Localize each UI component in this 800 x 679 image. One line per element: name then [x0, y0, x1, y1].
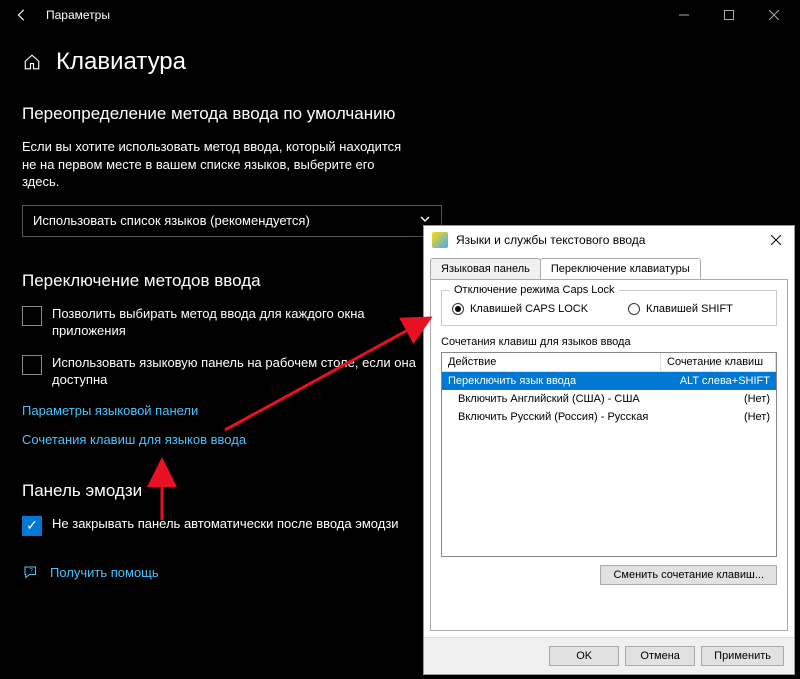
text-services-dialog: Языки и службы текстового ввода Языковая… [423, 225, 795, 675]
radio-caps-lock[interactable]: Клавишей CAPS LOCK [452, 303, 588, 315]
list-row-combo: (Нет) [661, 390, 776, 408]
list-row-action: Включить Английский (США) - США [442, 390, 661, 408]
home-icon[interactable] [22, 52, 42, 72]
capslock-legend: Отключение режима Caps Lock [450, 284, 619, 296]
ok-button[interactable]: OK [549, 646, 619, 666]
titlebar: Параметры [0, 0, 800, 30]
list-row[interactable]: Включить Русский (Россия) - Русская(Нет) [442, 408, 776, 426]
emoji-panel-checkbox[interactable]: Не закрывать панель автоматически после … [22, 515, 422, 536]
radio-label: Клавишей CAPS LOCK [470, 303, 588, 315]
list-row-combo: (Нет) [661, 408, 776, 426]
hotkey-heading: Сочетания клавиш для языков ввода [441, 336, 777, 348]
list-row-action: Переключить язык ввода [442, 372, 661, 390]
dialog-icon [432, 232, 448, 248]
dialog-tab-panel: Отключение режима Caps Lock Клавишей CAP… [430, 279, 788, 631]
cancel-button[interactable]: Отмена [625, 646, 695, 666]
checkbox-icon [22, 355, 42, 375]
list-row-action: Включить Русский (Россия) - Русская [442, 408, 661, 426]
checkbox-label: Позволить выбирать метод ввода для каждо… [52, 305, 422, 340]
close-button[interactable] [751, 0, 796, 30]
back-button[interactable] [4, 0, 40, 30]
capslock-fieldset: Отключение режима Caps Lock Клавишей CAP… [441, 290, 777, 326]
checkbox-icon [22, 306, 42, 326]
maximize-button[interactable] [706, 0, 751, 30]
svg-text:?: ? [30, 568, 34, 574]
minimize-button[interactable] [661, 0, 706, 30]
apply-button[interactable]: Применить [701, 646, 784, 666]
list-row[interactable]: Включить Английский (США) - США(Нет) [442, 390, 776, 408]
radio-shift[interactable]: Клавишей SHIFT [628, 303, 733, 315]
section-override-title: Переопределение метода ввода по умолчани… [22, 104, 778, 124]
tab-language-bar[interactable]: Языковая панель [430, 258, 541, 279]
page-heading-row: Клавиатура [22, 48, 778, 76]
hotkey-listbox[interactable]: Действие Сочетание клавиш Переключить яз… [441, 352, 777, 557]
checkbox-label: Не закрывать панель автоматически после … [52, 515, 399, 533]
page-title: Клавиатура [56, 48, 186, 76]
help-icon: ? [22, 564, 40, 582]
change-hotkey-button[interactable]: Сменить сочетание клавиш... [600, 565, 777, 585]
tab-keyboard-switch[interactable]: Переключение клавиатуры [540, 258, 701, 279]
col-action-header: Действие [442, 353, 661, 371]
dialog-footer: OK Отмена Применить [424, 637, 794, 674]
list-row-combo: ALT слева+SHIFT [661, 372, 776, 390]
radio-icon [628, 303, 640, 315]
per-window-input-checkbox[interactable]: Позволить выбирать метод ввода для каждо… [22, 305, 422, 340]
dialog-tabs: Языковая панель Переключение клавиатуры [424, 254, 794, 279]
dropdown-value: Использовать список языков (рекомендуетс… [33, 213, 310, 228]
col-combo-header: Сочетание клавиш [661, 353, 776, 371]
radio-label: Клавишей SHIFT [646, 303, 733, 315]
radio-icon [452, 303, 464, 315]
get-help-label: Получить помощь [50, 565, 159, 580]
section-override-desc: Если вы хотите использовать метод ввода,… [22, 138, 402, 191]
dialog-titlebar: Языки и службы текстового ввода [424, 226, 794, 254]
desktop-language-bar-checkbox[interactable]: Использовать языковую панель на рабочем … [22, 354, 422, 389]
checkbox-icon [22, 516, 42, 536]
dialog-title: Языки и службы текстового ввода [456, 233, 766, 247]
checkbox-label: Использовать языковую панель на рабочем … [52, 354, 422, 389]
default-input-method-dropdown[interactable]: Использовать список языков (рекомендуетс… [22, 205, 442, 237]
listbox-header: Действие Сочетание клавиш [442, 353, 776, 372]
dialog-close-button[interactable] [766, 230, 786, 250]
section-override: Переопределение метода ввода по умолчани… [22, 104, 778, 237]
window-title: Параметры [46, 8, 661, 22]
list-row[interactable]: Переключить язык вводаALT слева+SHIFT [442, 372, 776, 390]
